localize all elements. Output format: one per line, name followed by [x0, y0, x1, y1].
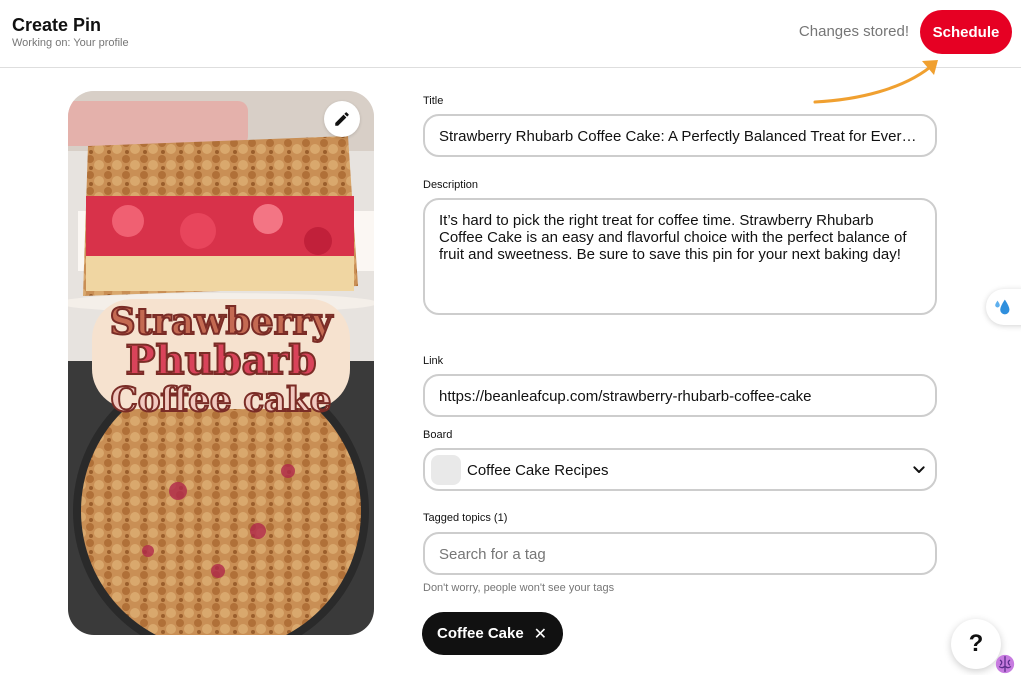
pencil-icon: [335, 112, 349, 126]
tag-search-input[interactable]: Search for a tag: [423, 532, 937, 575]
page-title: Create Pin: [12, 15, 102, 35]
close-icon[interactable]: ✕: [534, 624, 547, 644]
description-textarea[interactable]: It’s hard to pick the right treat for co…: [423, 198, 937, 315]
edit-image-button[interactable]: [324, 101, 360, 137]
annotation-arrow: [813, 60, 938, 104]
water-drops-icon: [995, 299, 1010, 315]
title-input-value: Strawberry Rhubarb Coffee Cake: A Perfec…: [439, 128, 921, 145]
overlay-line-3: Coffee cake: [111, 380, 332, 420]
tag-chip-label: Coffee Cake: [437, 625, 524, 642]
pin-image: Strawberry Phubarb Coffee cake: [68, 91, 374, 635]
tag-chip: Coffee Cake ✕: [422, 612, 563, 655]
tags-help-text: Don't worry, people won't see your tags: [423, 582, 615, 594]
board-label: Board: [423, 429, 453, 441]
description-value: It’s hard to pick the right treat for co…: [439, 212, 907, 263]
side-widget[interactable]: [986, 289, 1021, 325]
board-select[interactable]: Coffee Cake Recipes: [423, 448, 937, 491]
chevron-down-icon: [913, 466, 925, 473]
overlay-line-2: Phubarb: [125, 337, 316, 384]
working-on-subtitle: Working on: Your profile: [12, 37, 129, 49]
board-thumbnail: [431, 455, 461, 485]
description-label: Description: [423, 179, 479, 191]
board-select-value: Coffee Cake Recipes: [467, 462, 609, 479]
schedule-button[interactable]: Schedule: [920, 10, 1012, 54]
link-label: Link: [423, 355, 444, 367]
tag-search-placeholder: Search for a tag: [439, 546, 546, 563]
brain-icon[interactable]: [994, 653, 1016, 675]
tagged-topics-label: Tagged topics (1): [423, 512, 508, 524]
title-input[interactable]: Strawberry Rhubarb Coffee Cake: A Perfec…: [423, 114, 937, 157]
link-input[interactable]: https://beanleafcup.com/strawberry-rhuba…: [423, 374, 937, 417]
changes-stored-status: Changes stored!: [798, 23, 909, 40]
title-label: Title: [423, 95, 444, 107]
link-input-value: https://beanleafcup.com/strawberry-rhuba…: [439, 388, 812, 405]
